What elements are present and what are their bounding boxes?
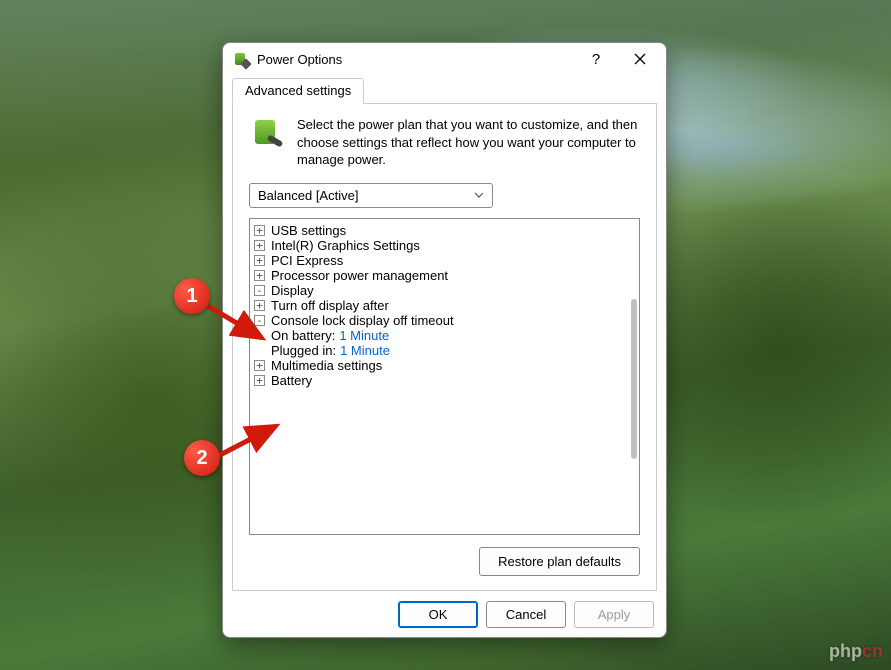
intro: Select the power plan that you want to c… <box>249 116 640 169</box>
setting-label: Plugged in: <box>271 343 336 358</box>
ok-button[interactable]: OK <box>398 601 478 628</box>
watermark: phpcn <box>829 641 883 662</box>
tree-item-multimedia[interactable]: + Multimedia settings <box>254 358 637 373</box>
setting-value[interactable]: 1 Minute <box>339 328 389 343</box>
expand-icon[interactable]: + <box>254 270 265 281</box>
tree-label: Turn off display after <box>271 298 389 313</box>
apply-button: Apply <box>574 601 654 628</box>
tree-item-plugged-in[interactable]: Plugged in: 1 Minute <box>254 343 637 358</box>
intro-text: Select the power plan that you want to c… <box>297 116 640 169</box>
tree-item-turn-off-display[interactable]: + Turn off display after <box>254 298 637 313</box>
tree-item-processor-power[interactable]: + Processor power management <box>254 268 637 283</box>
restore-defaults-button[interactable]: Restore plan defaults <box>479 547 640 576</box>
annotation-badge-2: 2 <box>184 440 220 476</box>
settings-tree[interactable]: + USB settings + Intel(R) Graphics Setti… <box>249 218 640 535</box>
tab-panel: Select the power plan that you want to c… <box>232 104 657 591</box>
tree-item-intel-graphics[interactable]: + Intel(R) Graphics Settings <box>254 238 637 253</box>
watermark-brand: php <box>829 641 862 661</box>
tree-item-display[interactable]: - Display <box>254 283 637 298</box>
annotation-arrow-2 <box>214 416 294 466</box>
tree-label: Battery <box>271 373 312 388</box>
close-icon <box>634 53 646 65</box>
power-plan-selected: Balanced [Active] <box>258 188 358 203</box>
expand-icon[interactable]: + <box>254 240 265 251</box>
power-plan-icon <box>249 116 285 152</box>
badge-label: 2 <box>196 447 207 470</box>
tree-item-usb-settings[interactable]: + USB settings <box>254 223 637 238</box>
annotation-arrow-1 <box>200 300 280 350</box>
cancel-button[interactable]: Cancel <box>486 601 566 628</box>
titlebar: Power Options ? <box>223 43 666 75</box>
tree-label: Multimedia settings <box>271 358 382 373</box>
tree-label: Display <box>271 283 314 298</box>
tree-item-pci-express[interactable]: + PCI Express <box>254 253 637 268</box>
annotation-badge-1: 1 <box>174 278 210 314</box>
expand-icon[interactable]: + <box>254 375 265 386</box>
expand-icon[interactable]: + <box>254 225 265 236</box>
tree-label: USB settings <box>271 223 346 238</box>
expand-icon[interactable]: + <box>254 360 265 371</box>
tab-advanced-settings[interactable]: Advanced settings <box>232 78 364 104</box>
collapse-icon[interactable]: - <box>254 285 265 296</box>
tree-label: Processor power management <box>271 268 448 283</box>
setting-value[interactable]: 1 Minute <box>340 343 390 358</box>
setting-label: On battery: <box>271 328 335 343</box>
window-title: Power Options <box>257 52 342 67</box>
tree-item-battery[interactable]: + Battery <box>254 373 637 388</box>
chevron-down-icon <box>474 190 484 201</box>
expand-icon[interactable]: + <box>254 255 265 266</box>
tabstrip: Advanced settings <box>223 75 666 104</box>
restore-row: Restore plan defaults <box>249 535 640 576</box>
tree-label: PCI Express <box>271 253 343 268</box>
help-button[interactable]: ? <box>574 44 618 74</box>
tree-label: Console lock display off timeout <box>271 313 454 328</box>
power-plan-select[interactable]: Balanced [Active] <box>249 183 493 208</box>
close-button[interactable] <box>618 44 662 74</box>
scrollbar-thumb[interactable] <box>631 299 637 459</box>
badge-label: 1 <box>186 285 197 308</box>
power-options-dialog: Power Options ? Advanced settings Select… <box>222 42 667 638</box>
dialog-footer: OK Cancel Apply <box>223 591 666 637</box>
tree-label: Intel(R) Graphics Settings <box>271 238 420 253</box>
tree-item-on-battery[interactable]: On battery: 1 Minute <box>254 328 637 343</box>
watermark-suffix: cn <box>862 641 883 661</box>
help-icon: ? <box>592 51 600 68</box>
power-icon <box>233 51 249 67</box>
tree-item-console-lock-timeout[interactable]: - Console lock display off timeout <box>254 313 637 328</box>
